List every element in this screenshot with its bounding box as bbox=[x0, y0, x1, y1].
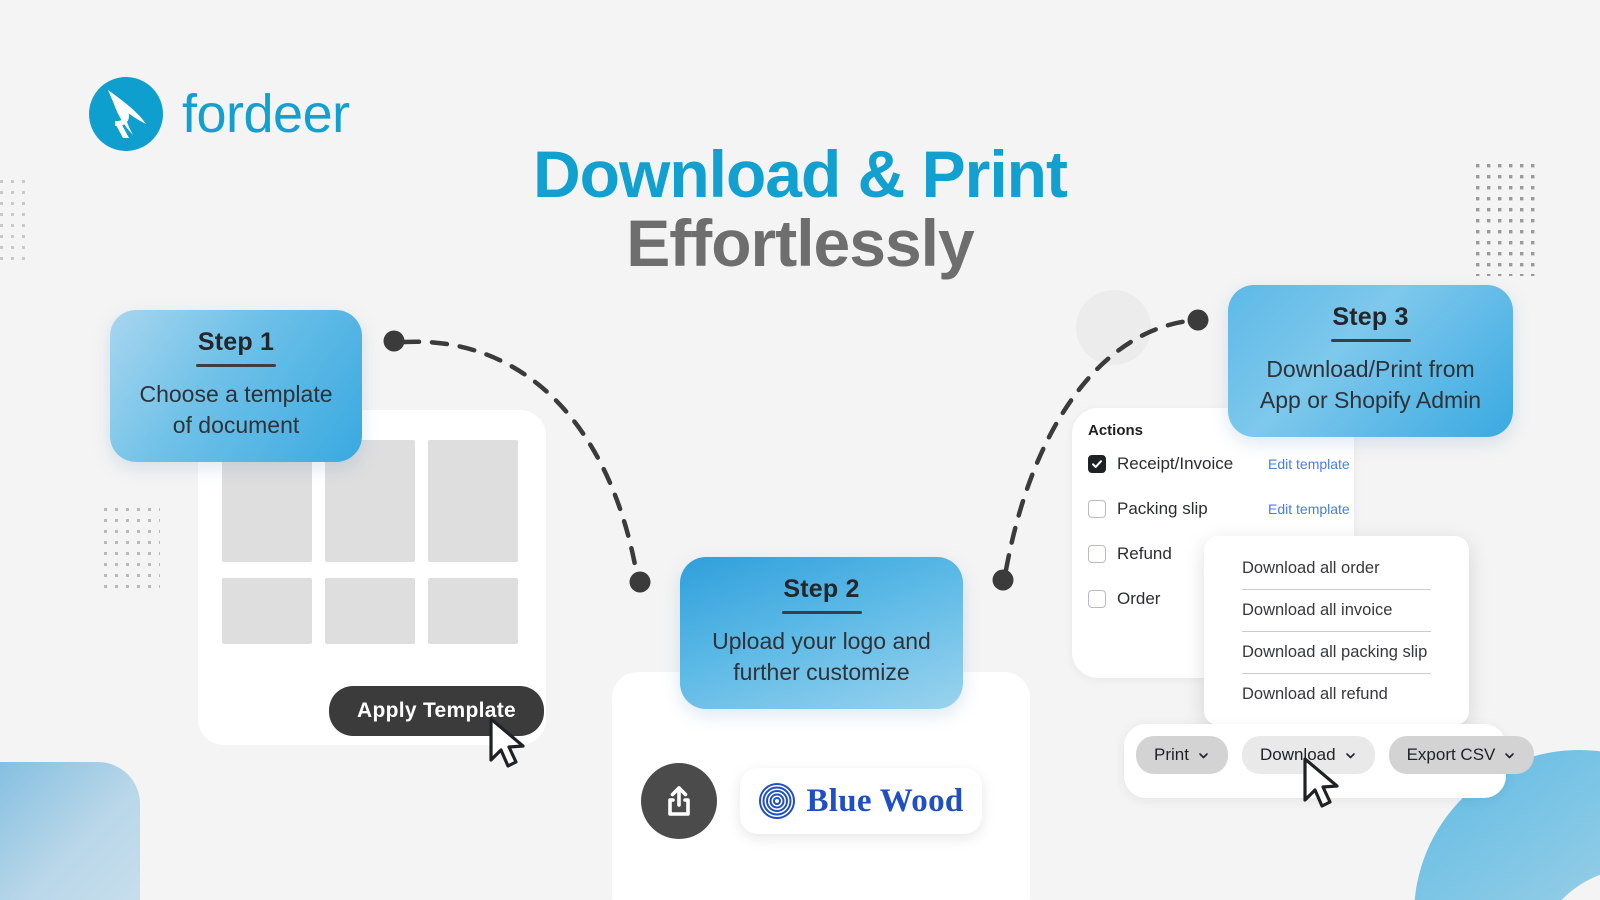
apply-template-button[interactable]: Apply Template bbox=[329, 686, 545, 736]
print-button-label: Print bbox=[1154, 745, 1189, 764]
menu-item-download-all-invoice[interactable]: Download all invoice bbox=[1204, 590, 1469, 631]
step-1-description: Choose a template of document bbox=[139, 381, 333, 438]
step-1-title: Step 1 bbox=[197, 328, 275, 356]
checkbox-order[interactable] bbox=[1088, 590, 1106, 608]
page-title: Download & Print Effortlessly bbox=[0, 140, 1600, 277]
edit-template-link-packing[interactable]: Edit template bbox=[1268, 501, 1350, 517]
action-checkbox-row[interactable]: Refund bbox=[1088, 544, 1172, 564]
menu-item-download-all-refund[interactable]: Download all refund bbox=[1204, 674, 1469, 715]
chevron-down-icon bbox=[1199, 752, 1208, 758]
export-csv-button-label: Export CSV bbox=[1406, 745, 1496, 764]
headline-line-2: Effortlessly bbox=[626, 205, 974, 280]
step-card-1: Step 1 Choose a template of document bbox=[110, 310, 362, 463]
toolbar-button-row: Print Download Export CSV bbox=[1136, 736, 1535, 774]
step-2-divider bbox=[781, 611, 862, 614]
step-3-description: Download/Print from App or Shopify Admin bbox=[1259, 356, 1482, 413]
uploaded-logo-name: Blue Wood bbox=[806, 782, 964, 819]
chevron-down-icon bbox=[1345, 752, 1355, 758]
checkbox-receipt-invoice[interactable] bbox=[1088, 455, 1106, 473]
template-thumbnail[interactable] bbox=[428, 440, 518, 562]
download-button-label: Download bbox=[1259, 745, 1336, 764]
step-3-divider bbox=[1330, 339, 1411, 342]
action-checkbox-row[interactable]: Receipt/Invoice bbox=[1088, 454, 1233, 474]
brand-name: fordeer bbox=[182, 84, 350, 144]
uploaded-logo-card: Blue Wood bbox=[740, 768, 982, 834]
action-label: Order bbox=[1117, 589, 1161, 608]
template-thumbnail[interactable] bbox=[222, 578, 312, 644]
step-card-3: Step 3 Download/Print from App or Shopif… bbox=[1228, 285, 1513, 438]
export-csv-button[interactable]: Export CSV bbox=[1388, 736, 1535, 774]
step-3-title: Step 3 bbox=[1332, 303, 1409, 331]
tree-ring-icon bbox=[759, 783, 796, 819]
upload-share-icon[interactable] bbox=[641, 763, 717, 839]
step-1-divider bbox=[196, 364, 276, 367]
download-dropdown-menu[interactable]: Download all order Download all invoice … bbox=[1204, 536, 1469, 725]
checkbox-packing-slip[interactable] bbox=[1088, 500, 1106, 518]
print-button[interactable]: Print bbox=[1136, 736, 1228, 774]
menu-item-download-all-packing-slip[interactable]: Download all packing slip bbox=[1204, 632, 1469, 673]
step-card-2: Step 2 Upload your logo and further cust… bbox=[680, 557, 963, 710]
step-2-description: Upload your logo and further customize bbox=[712, 628, 931, 685]
actions-panel-title: Actions bbox=[1088, 422, 1144, 439]
template-thumbnail[interactable] bbox=[325, 578, 415, 644]
poster-canvas: fordeer Download & Print Effortlessly Ap… bbox=[0, 0, 1600, 900]
action-label: Receipt/Invoice bbox=[1117, 454, 1234, 473]
menu-item-download-all-order[interactable]: Download all order bbox=[1204, 548, 1469, 589]
template-grid bbox=[222, 440, 528, 644]
action-label: Refund bbox=[1117, 544, 1172, 563]
chevron-down-icon bbox=[1505, 752, 1515, 758]
action-checkbox-row[interactable]: Order bbox=[1088, 589, 1160, 609]
action-label: Packing slip bbox=[1117, 499, 1208, 518]
action-checkbox-row[interactable]: Packing slip bbox=[1088, 499, 1208, 519]
headline-line-1: Download & Print bbox=[533, 137, 1068, 211]
download-button[interactable]: Download bbox=[1241, 736, 1375, 774]
edit-template-link-receipt[interactable]: Edit template bbox=[1268, 456, 1350, 472]
checkbox-refund[interactable] bbox=[1088, 545, 1106, 563]
step-2-title: Step 2 bbox=[783, 575, 860, 603]
template-thumbnail[interactable] bbox=[428, 578, 518, 644]
